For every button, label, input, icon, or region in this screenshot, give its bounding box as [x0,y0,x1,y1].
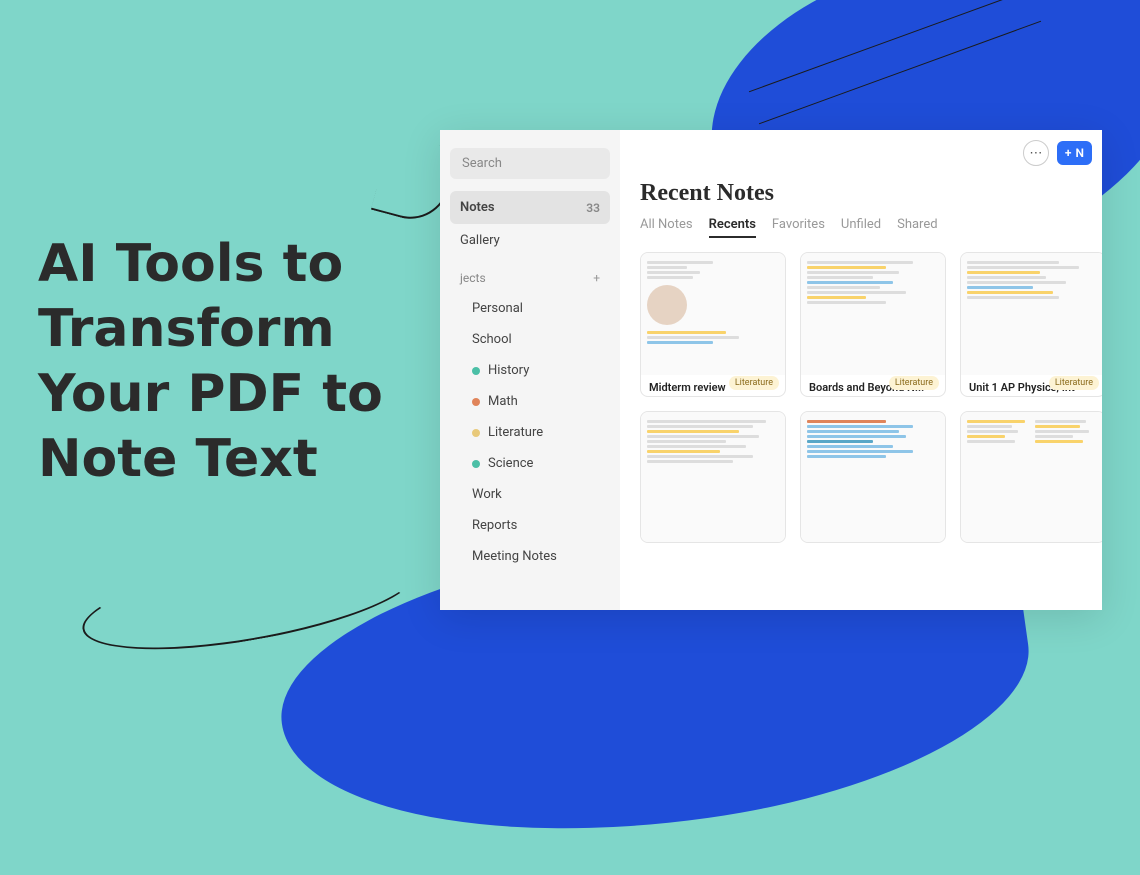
sidebar-item-history[interactable]: History [450,355,610,386]
label: Science [488,456,533,471]
sidebar-section-label: jects [460,271,486,285]
main-pane: ⋯ + N Recent Notes All Notes Recents Fav… [620,130,1102,610]
note-thumbnail [641,253,785,375]
sidebar-item-math[interactable]: Math [450,386,610,417]
search-input[interactable]: Search [450,148,610,179]
note-tag: Literature [1049,376,1099,390]
decor-stroke [740,10,1040,140]
new-label: N [1076,146,1085,160]
sidebar-section-subjects: jects + [450,263,610,293]
note-thumbnail [641,412,785,542]
page-title: Recent Notes [640,180,1102,207]
sidebar-item-label: Notes [460,200,495,215]
color-dot [472,367,480,375]
note-thumbnail [801,412,945,542]
tabs: All Notes Recents Favorites Unfiled Shar… [640,217,1102,238]
note-tag: Literature [889,376,939,390]
tab-all-notes[interactable]: All Notes [640,217,693,238]
tab-recents[interactable]: Recents [709,217,756,238]
sidebar-item-notes[interactable]: Notes 33 [450,191,610,224]
new-button[interactable]: + N [1057,141,1092,165]
note-card[interactable]: Midterm review Literature [640,252,786,397]
sidebar-item-work[interactable]: Work [450,479,610,510]
tab-shared[interactable]: Shared [897,217,937,238]
sidebar-item-gallery[interactable]: Gallery [450,224,610,257]
sidebar: Search Notes 33 Gallery jects + Personal… [440,130,620,610]
note-thumbnail [961,412,1102,542]
sidebar-item-reports[interactable]: Reports [450,510,610,541]
app-window: Search Notes 33 Gallery jects + Personal… [440,130,1102,610]
tab-unfiled[interactable]: Unfiled [841,217,881,238]
note-thumbnail [961,253,1102,375]
note-card[interactable] [640,411,786,543]
sidebar-item-school[interactable]: School [450,324,610,355]
sidebar-item-science[interactable]: Science [450,448,610,479]
more-button[interactable]: ⋯ [1023,140,1049,166]
label: Math [488,394,518,409]
color-dot [472,460,480,468]
note-card[interactable]: Boards and Beyond N... Literature [800,252,946,397]
sidebar-item-meeting-notes[interactable]: Meeting Notes [450,541,610,572]
label: School [472,332,512,347]
label: Personal [472,301,523,316]
tab-favorites[interactable]: Favorites [772,217,825,238]
note-card[interactable]: Unit 1 AP Physics, Int Literature [960,252,1102,397]
toolbar: ⋯ + N [1023,140,1092,166]
note-tag: Literature [729,376,779,390]
hero-title: AI Tools to Transform Your PDF to Note T… [38,232,448,492]
label: Literature [488,425,543,440]
label: Reports [472,518,517,533]
sidebar-item-literature[interactable]: Literature [450,417,610,448]
note-thumbnail [801,253,945,375]
note-count: 33 [586,201,600,215]
sidebar-item-label: Gallery [460,233,500,248]
hero-text: AI Tools to Transform Your PDF to Note T… [38,232,448,492]
notes-grid: Midterm review Literature Boards and Bey… [640,252,1102,543]
label: Work [472,487,502,502]
note-card[interactable] [800,411,946,543]
sidebar-item-personal[interactable]: Personal [450,293,610,324]
label: Meeting Notes [472,549,557,564]
note-card[interactable] [960,411,1102,543]
color-dot [472,398,480,406]
label: History [488,363,529,378]
add-subject-button[interactable]: + [593,271,600,285]
plus-icon: + [1065,146,1072,160]
color-dot [472,429,480,437]
